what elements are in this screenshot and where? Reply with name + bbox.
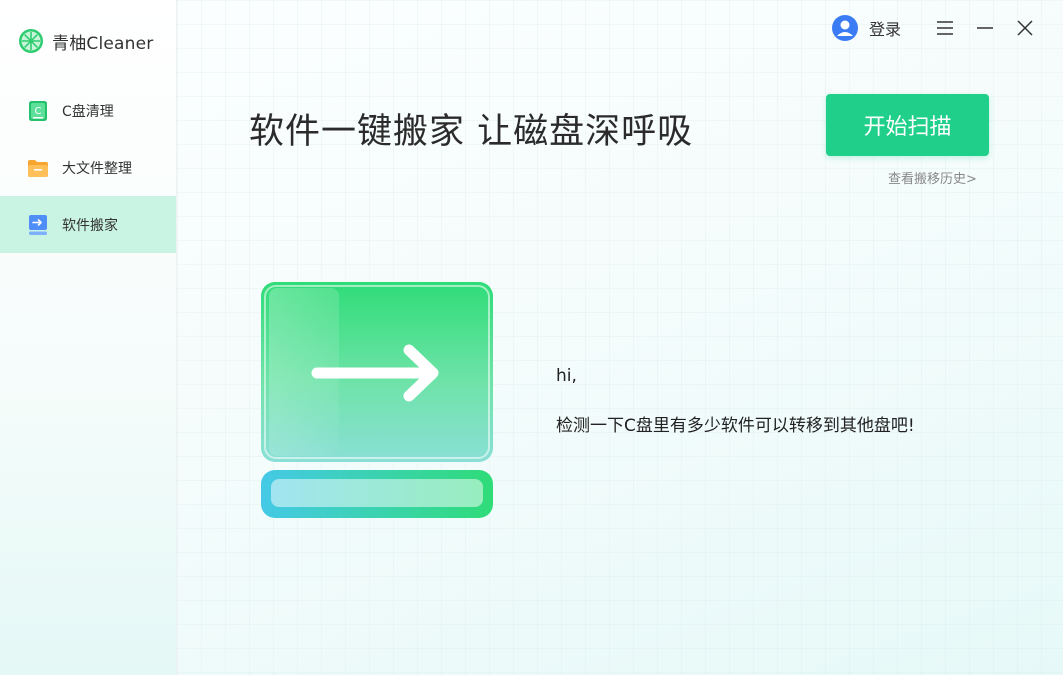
sidebar-item-label: 大文件整理 (62, 160, 132, 177)
app-logo: 青柚Cleaner (18, 28, 154, 54)
software-move-icon (29, 214, 47, 235)
sidebar-item-label: 软件搬家 (62, 217, 118, 234)
sidebar-item-software-move[interactable]: 软件搬家 (0, 196, 176, 253)
folder-icon (28, 159, 48, 177)
main-panel: 登录 软件一键搬家 让磁盘深呼吸 开始扫描 查看搬移历史> hi, 检测一下C盘… (177, 0, 1063, 675)
close-button[interactable] (1005, 12, 1045, 44)
svg-text:C: C (35, 106, 42, 117)
close-icon (1017, 20, 1033, 36)
move-history-link[interactable]: 查看搬移历史> (888, 168, 977, 187)
migration-arrow-illustration (261, 282, 493, 518)
app-name: 青柚Cleaner (52, 33, 154, 54)
sidebar: 青柚Cleaner C C盘清理 大文件整理 软件搬家 (0, 0, 177, 675)
start-scan-button[interactable]: 开始扫描 (826, 94, 989, 156)
hamburger-icon (937, 21, 953, 35)
sidebar-item-large-files[interactable]: 大文件整理 (0, 139, 176, 196)
disk-clean-icon: C (29, 100, 47, 121)
top-bar: 登录 (831, 12, 1045, 44)
citrus-logo-icon (19, 29, 43, 53)
login-button[interactable]: 登录 (831, 14, 901, 42)
sidebar-nav: C C盘清理 大文件整理 软件搬家 (0, 82, 176, 253)
page-headline: 软件一键搬家 让磁盘深呼吸 (249, 112, 694, 152)
sidebar-item-label: C盘清理 (62, 103, 114, 120)
description-text: 检测一下C盘里有多少软件可以转移到其他盘吧! (556, 416, 915, 436)
sidebar-item-c-disk-clean[interactable]: C C盘清理 (0, 82, 176, 139)
minimize-icon (977, 27, 993, 29)
menu-button[interactable] (925, 12, 965, 44)
user-avatar-icon (831, 15, 858, 41)
minimize-button[interactable] (965, 12, 1005, 44)
greeting-text: hi, (556, 366, 577, 386)
login-label: 登录 (868, 20, 901, 39)
